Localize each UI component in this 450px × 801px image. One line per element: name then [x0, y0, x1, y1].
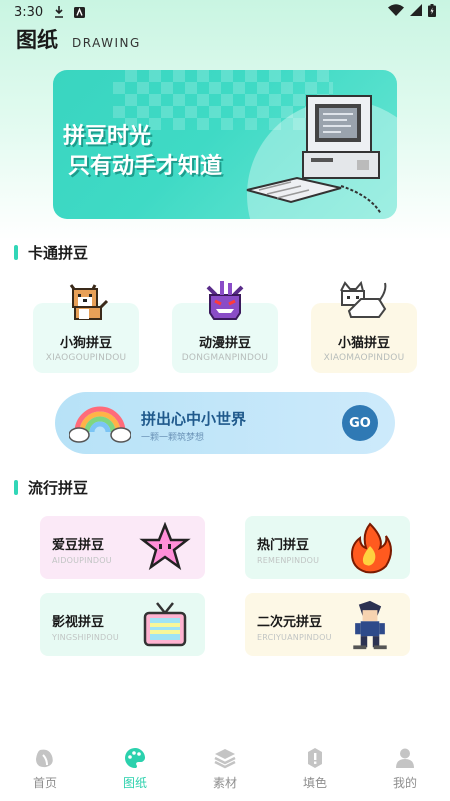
category-card-name: 动漫拼豆	[198, 336, 251, 351]
category-card-anime[interactable]: 动漫拼豆 DONGMANPINDOU	[172, 281, 278, 373]
category-card-name: 影视拼豆	[52, 615, 105, 630]
battery-icon	[428, 3, 436, 21]
section-accent-bar	[14, 480, 18, 495]
category-card-idol[interactable]: 爱豆拼豆 AIDOUPINDOU	[40, 516, 205, 579]
status-bar: 3:30	[0, 0, 450, 24]
category-card-hot[interactable]: 热门拼豆 REMENPINDOU	[245, 516, 410, 579]
category-card-pinyin: REMENPINDOU	[257, 556, 320, 565]
tab-label: 我的	[392, 776, 417, 790]
section-cartoon-title: 卡通拼豆	[14, 242, 88, 263]
tab-label: 填色	[302, 776, 327, 790]
tab-drawing[interactable]: 图纸	[90, 740, 180, 801]
wifi-icon	[388, 4, 404, 20]
layers-icon	[214, 749, 236, 769]
bean-icon	[36, 749, 53, 768]
ninja-icon	[353, 600, 387, 650]
banner-headline: 拼豆时光	[63, 124, 152, 149]
tab-profile[interactable]: 我的	[360, 740, 450, 801]
retro-computer-icon	[246, 95, 382, 215]
tab-coloring[interactable]: 填色	[270, 740, 360, 801]
rainbow-icon	[69, 406, 131, 443]
signal-icon	[410, 4, 422, 20]
category-card-name: 热门拼豆	[257, 538, 310, 553]
category-card-pinyin: AIDOUPINDOU	[52, 556, 112, 565]
bottom-tab-bar: 首页 图纸 素材 填色 我的	[0, 740, 450, 801]
tv-icon	[143, 602, 187, 647]
tab-home[interactable]: 首页	[0, 740, 90, 801]
category-card-pinyin: XIAOMAOPINDOU	[323, 353, 405, 363]
cat-icon	[340, 280, 387, 318]
go-banner-title: 拼出心中小世界	[141, 410, 247, 428]
category-card-pinyin: DONGMANPINDOU	[181, 353, 269, 363]
section-popular-title: 流行拼豆	[14, 477, 88, 498]
status-time: 3:30	[14, 4, 44, 20]
go-banner[interactable]: 拼出心中小世界 一颗一颗筑梦想 GO	[55, 392, 395, 454]
category-card-dog[interactable]: 小狗拼豆 XIAOGOUPINDOU	[33, 284, 139, 373]
category-card-name: 二次元拼豆	[257, 615, 323, 630]
page-header: 图纸 DRAWING	[16, 24, 141, 54]
fire-icon	[350, 522, 392, 574]
promo-banner[interactable]: 拼豆时光 只有动手才知道	[53, 70, 397, 219]
download-icon	[53, 6, 65, 18]
category-card-pinyin: ERCIYUANPINDOU	[257, 633, 332, 642]
category-card-name: 爱豆拼豆	[52, 538, 105, 553]
tab-label: 首页	[32, 776, 57, 790]
tab-materials[interactable]: 素材	[180, 740, 270, 801]
palette-icon	[125, 747, 146, 768]
category-card-tv[interactable]: 影视拼豆 YINGSHIPINDOU	[40, 593, 205, 656]
bucket-icon	[308, 748, 322, 768]
dog-icon	[69, 284, 109, 320]
star-icon	[139, 522, 191, 571]
category-card-pinyin: XIAOGOUPINDOU	[45, 353, 127, 363]
category-card-name: 小猫拼豆	[337, 336, 390, 351]
tab-label: 图纸	[122, 776, 147, 790]
category-card-anime-2d[interactable]: 二次元拼豆 ERCIYUANPINDOU	[245, 593, 410, 656]
section-accent-bar	[14, 245, 18, 260]
go-button[interactable]: GO	[342, 405, 378, 441]
gengar-icon	[206, 281, 244, 320]
section-popular-label: 流行拼豆	[28, 479, 89, 497]
go-banner-subtitle: 一颗一颗筑梦想	[141, 433, 205, 443]
banner-tagline: 只有动手才知道	[68, 154, 223, 179]
tab-label: 素材	[212, 776, 237, 790]
page-subtitle: DRAWING	[72, 36, 141, 50]
app-notification-icon	[73, 6, 85, 18]
category-card-name: 小狗拼豆	[59, 336, 112, 351]
category-card-pinyin: YINGSHIPINDOU	[52, 633, 119, 642]
section-cartoon-label: 卡通拼豆	[28, 244, 89, 262]
user-icon	[396, 748, 414, 768]
page-title: 图纸	[16, 28, 58, 52]
category-card-cat[interactable]: 小猫拼豆 XIAOMAOPINDOU	[311, 280, 417, 373]
